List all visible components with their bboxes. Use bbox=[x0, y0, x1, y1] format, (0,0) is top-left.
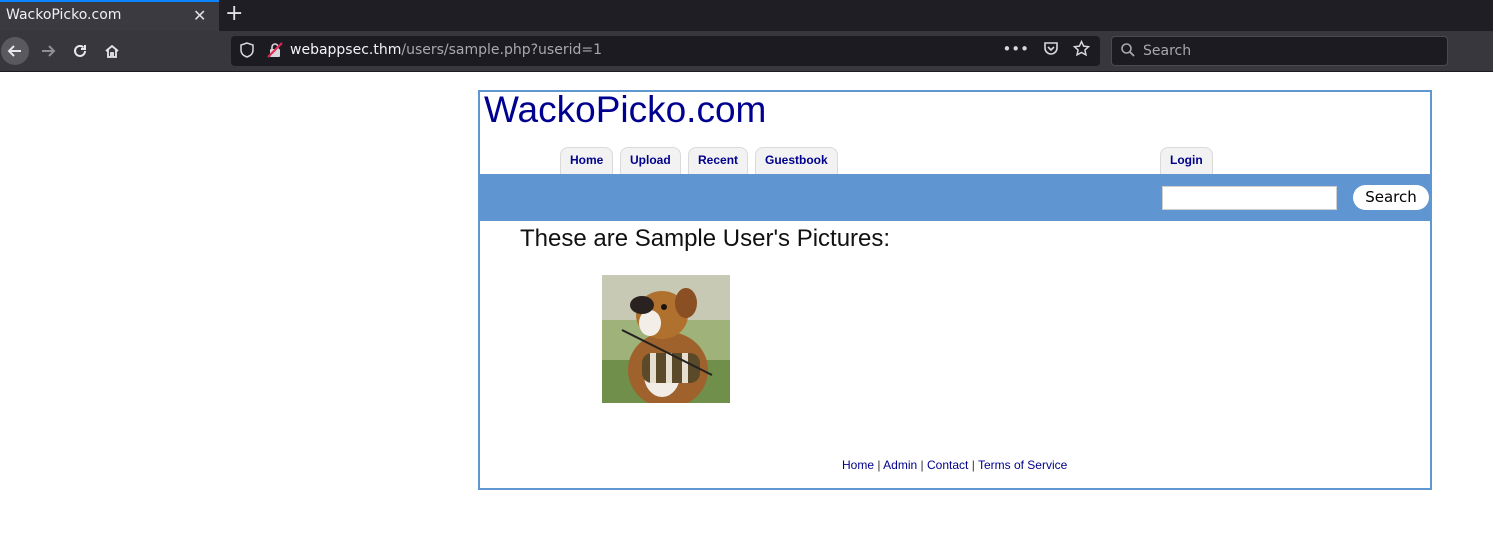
search-band: Search bbox=[480, 174, 1430, 221]
reload-icon[interactable] bbox=[66, 37, 94, 65]
tab-title: WackoPicko.com bbox=[6, 7, 122, 23]
page-frame: WackoPicko.com Home Upload Recent Guestb… bbox=[478, 89, 1432, 490]
new-tab-icon[interactable]: + bbox=[225, 1, 243, 26]
footer-separator: | bbox=[920, 458, 924, 472]
url-bar[interactable]: webappsec.thm/users/sample.php?userid=1 … bbox=[231, 36, 1100, 66]
footer-links: Home | Admin | Contact | Terms of Servic… bbox=[842, 458, 1067, 472]
pocket-icon[interactable] bbox=[1043, 40, 1059, 61]
page-heading: These are Sample User's Pictures: bbox=[520, 225, 891, 252]
footer-link-terms[interactable]: Terms of Service bbox=[978, 458, 1067, 472]
bookmark-star-icon[interactable] bbox=[1072, 39, 1091, 61]
back-icon[interactable] bbox=[1, 37, 29, 65]
url-host: webappsec.thm bbox=[290, 42, 402, 58]
search-icon bbox=[1120, 42, 1136, 62]
home-icon[interactable] bbox=[98, 37, 126, 65]
dog-photo-thumbnail[interactable] bbox=[602, 275, 730, 403]
footer-separator: | bbox=[971, 458, 975, 472]
more-actions-icon[interactable]: ••• bbox=[1002, 40, 1029, 61]
site-search-input[interactable] bbox=[1162, 186, 1337, 210]
browser-search-placeholder: Search bbox=[1143, 43, 1192, 59]
nav-tab-home[interactable]: Home bbox=[560, 147, 614, 174]
nav-tab-login[interactable]: Login bbox=[1160, 147, 1213, 174]
footer-separator: | bbox=[877, 458, 881, 472]
nav-tab-upload[interactable]: Upload bbox=[620, 147, 681, 174]
browser-tab-bar: WackoPicko.com ✕ + bbox=[0, 0, 1493, 31]
close-tab-icon[interactable]: ✕ bbox=[193, 6, 206, 25]
forward-icon[interactable] bbox=[34, 37, 62, 65]
nav-tab-recent[interactable]: Recent bbox=[688, 147, 749, 174]
browser-search-bar[interactable]: Search bbox=[1111, 36, 1448, 66]
shield-icon[interactable] bbox=[240, 42, 254, 62]
url-text[interactable]: webappsec.thm/users/sample.php?userid=1 bbox=[290, 42, 602, 58]
site-search-button[interactable]: Search bbox=[1353, 185, 1429, 210]
footer-link-contact[interactable]: Contact bbox=[927, 458, 968, 472]
nav-tab-guestbook[interactable]: Guestbook bbox=[755, 147, 838, 174]
footer-link-admin[interactable]: Admin bbox=[883, 458, 917, 472]
insecure-lock-icon[interactable] bbox=[267, 42, 283, 62]
browser-toolbar: webappsec.thm/users/sample.php?userid=1 … bbox=[0, 31, 1493, 72]
url-path: /users/sample.php?userid=1 bbox=[401, 42, 603, 58]
browser-tab[interactable]: WackoPicko.com ✕ bbox=[0, 0, 219, 31]
site-title[interactable]: WackoPicko.com bbox=[484, 89, 766, 131]
footer-link-home[interactable]: Home bbox=[842, 458, 874, 472]
